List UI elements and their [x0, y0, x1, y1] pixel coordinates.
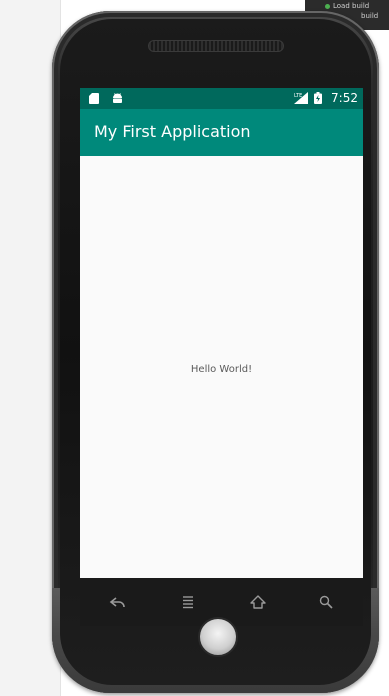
home-button[interactable] [246, 590, 270, 614]
android-icon [112, 93, 122, 103]
menu-icon [181, 595, 195, 609]
svg-text:LTE: LTE [294, 93, 302, 99]
back-button[interactable] [106, 590, 130, 614]
build-log-line: build [361, 12, 379, 20]
app-bar: My First Application [80, 109, 363, 156]
build-log-line: Load build [333, 2, 370, 10]
home-icon [250, 595, 266, 609]
back-icon [109, 595, 127, 609]
signal-icon: LTE [294, 92, 308, 104]
earpiece-speaker [148, 40, 284, 52]
hello-world-text: Hello World! [190, 364, 253, 375]
app-title: My First Application [94, 122, 251, 141]
device-screen: LTE 7:52 My First Application Hello Worl… [80, 88, 363, 578]
search-button[interactable] [314, 590, 338, 614]
status-bar: LTE 7:52 [80, 88, 363, 109]
sd-card-icon [89, 93, 99, 104]
status-time: 7:52 [331, 91, 358, 105]
search-icon [319, 595, 333, 609]
build-status-icon [325, 4, 330, 9]
menu-button[interactable] [176, 590, 200, 614]
emulator-stage: Load build build LTE 7:52 My First Appli… [0, 0, 389, 696]
battery-icon [314, 92, 324, 104]
hardware-trackball[interactable] [198, 617, 238, 657]
phone-frame: LTE 7:52 My First Application Hello Worl… [52, 11, 379, 693]
